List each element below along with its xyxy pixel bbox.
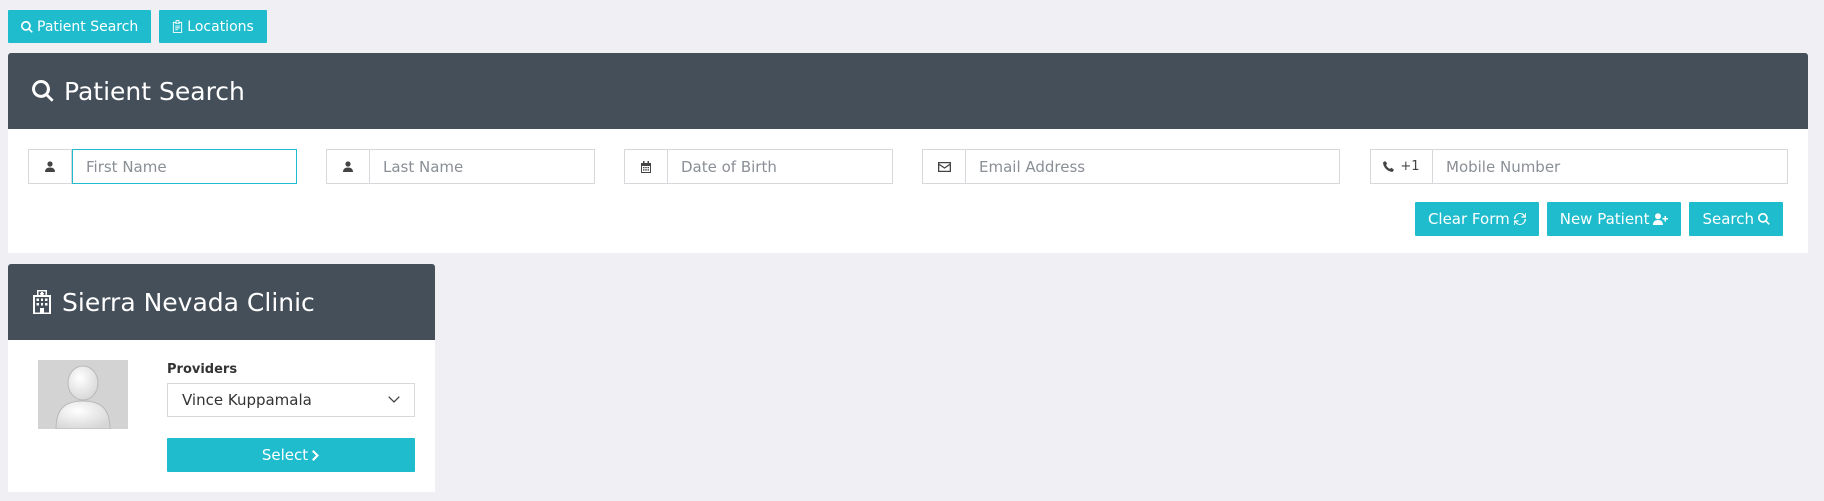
top-toolbar: Patient Search Locations [8,10,267,43]
patient-search-header: Patient Search [8,53,1808,129]
provider-select-value: Vince Kuppamala [182,391,312,409]
email-input[interactable] [966,150,1339,183]
user-placeholder-icon [55,365,111,429]
new-patient-label: New Patient [1559,210,1650,228]
select-provider-button[interactable]: Select [167,438,415,472]
chevron-right-icon [312,449,320,461]
clinic-panel: Sierra Nevada Clinic Providers Vince Kup… [8,264,435,492]
date-of-birth-field [624,149,893,184]
phone-icon [1383,161,1395,172]
first-name-field [28,149,297,184]
search-icon [1758,213,1770,225]
envelope-icon [937,161,951,172]
provider-avatar [38,360,128,429]
user-plus-icon [1653,213,1669,225]
mobile-field: +1 [1370,149,1788,184]
clinic-header: Sierra Nevada Clinic [8,264,435,340]
country-code: +1 [1400,159,1420,174]
first-name-input[interactable] [72,149,297,184]
patient-search-body: +1 Clear Form New Patient Search [8,129,1808,253]
email-addon [923,150,966,183]
patient-search-nav-label: Patient Search [37,18,139,35]
locations-nav-label: Locations [187,18,254,35]
patient-search-title: Patient Search [64,76,245,106]
email-field [922,149,1340,184]
first-name-addon [29,150,72,183]
provider-select[interactable]: Vince Kuppamala [167,383,415,417]
calendar-icon [641,160,651,173]
search-actions: Clear Form New Patient Search [1414,202,1783,236]
date-of-birth-addon [625,150,668,183]
chevron-down-icon [388,396,400,403]
clear-form-button[interactable]: Clear Form [1414,202,1539,236]
search-icon [32,80,54,102]
hospital-icon [33,290,51,314]
mobile-addon: +1 [1371,150,1433,183]
clipboard-icon [173,20,183,33]
patient-search-panel: Patient Search First Name Last Name Date… [8,53,1808,253]
refresh-icon [1513,213,1526,225]
last-name-addon [327,150,370,183]
last-name-input[interactable] [370,150,594,183]
providers-label: Providers [167,362,238,377]
user-icon [45,161,55,172]
clinic-body: Providers Vince Kuppamala Select [8,340,435,492]
date-of-birth-input[interactable] [668,150,892,183]
mobile-input[interactable] [1433,150,1787,183]
clear-form-label: Clear Form [1427,210,1510,228]
last-name-field [326,149,595,184]
locations-nav-button[interactable]: Locations [159,10,267,43]
clinic-title: Sierra Nevada Clinic [62,287,315,317]
new-patient-button[interactable]: New Patient [1546,202,1682,236]
user-icon [343,161,353,172]
search-button[interactable]: Search [1689,202,1783,236]
search-label: Search [1702,210,1754,228]
patient-search-nav-button[interactable]: Patient Search [8,10,152,43]
select-label: Select [261,446,309,464]
search-icon [21,20,33,33]
